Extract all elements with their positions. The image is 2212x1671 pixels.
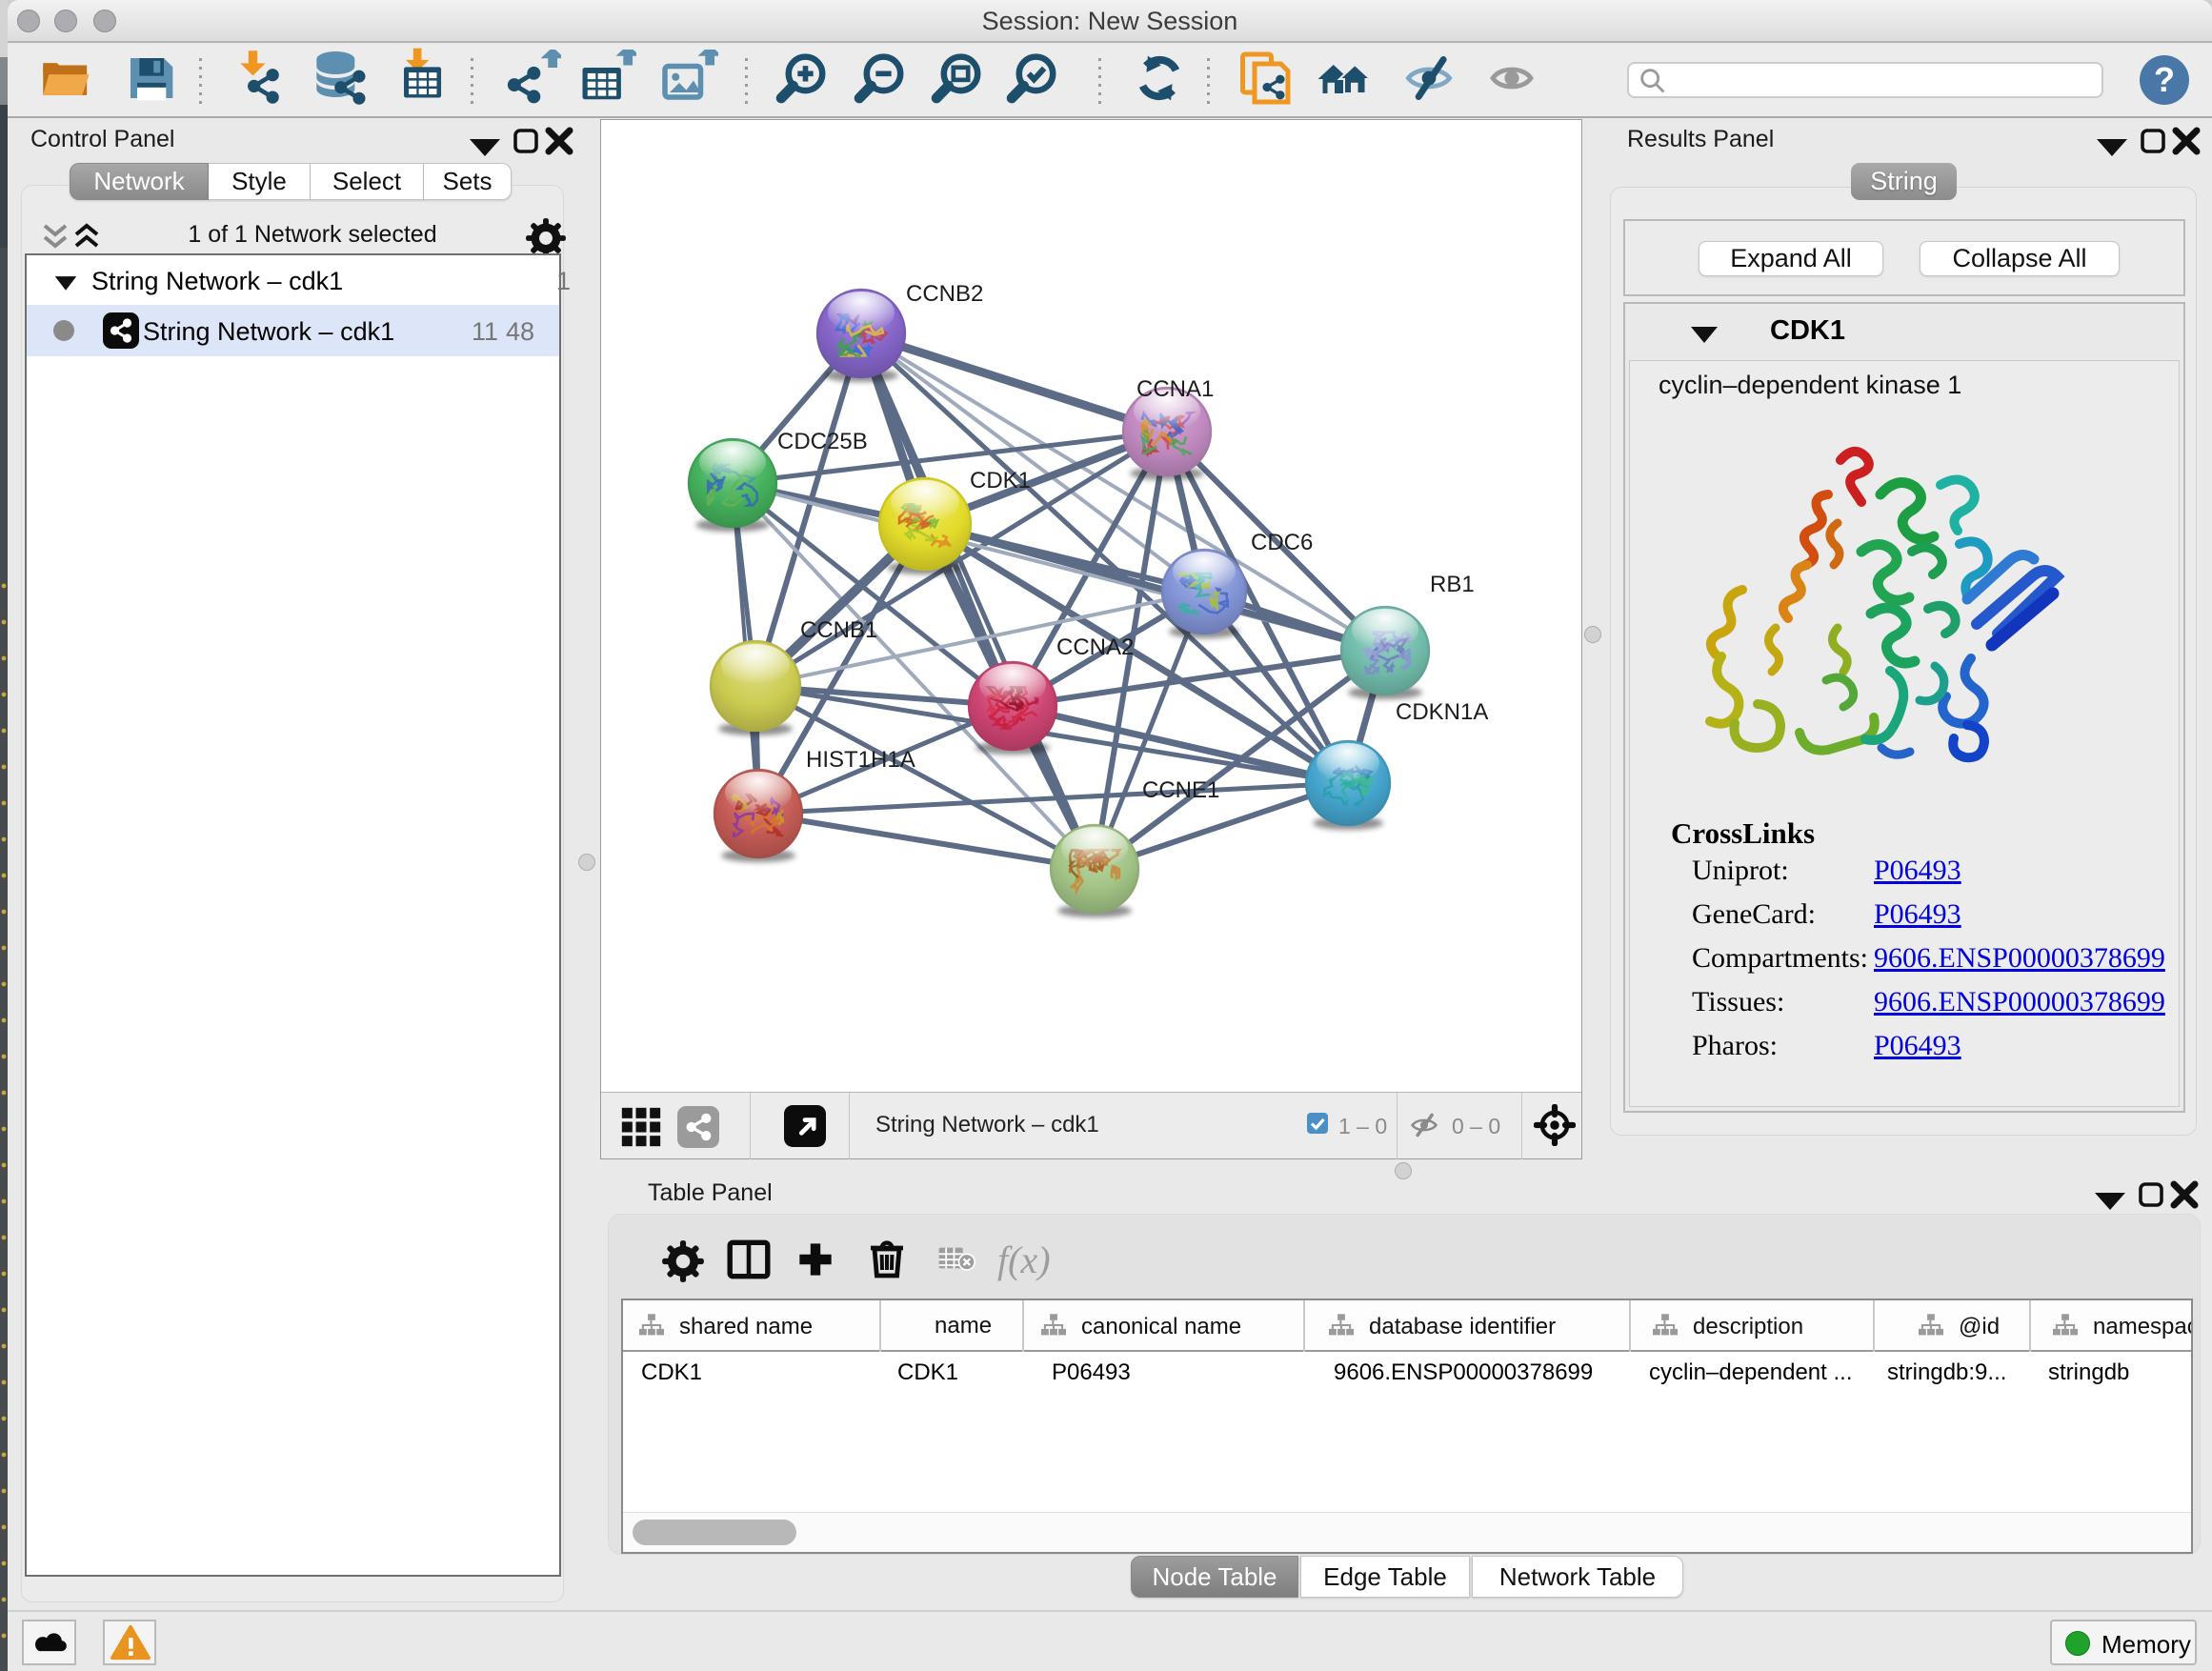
svg-text:CCNE1: CCNE1 <box>1142 777 1219 803</box>
svg-text:CCNB2: CCNB2 <box>906 281 983 307</box>
svg-text:CDK1: CDK1 <box>970 468 1031 493</box>
svg-text:?: ? <box>2154 60 2175 99</box>
svg-text:CCNB1: CCNB1 <box>800 617 877 643</box>
svg-text:RB1: RB1 <box>1430 572 1475 597</box>
svg-text:CCNA2: CCNA2 <box>1056 634 1134 660</box>
svg-text:HIST1H1A: HIST1H1A <box>806 747 915 773</box>
svg-text:CDC6: CDC6 <box>1251 530 1313 555</box>
svg-text:CDKN1A: CDKN1A <box>1396 699 1488 725</box>
svg-text:CCNA1: CCNA1 <box>1136 376 1214 402</box>
svg-text:CDC25B: CDC25B <box>777 429 868 454</box>
